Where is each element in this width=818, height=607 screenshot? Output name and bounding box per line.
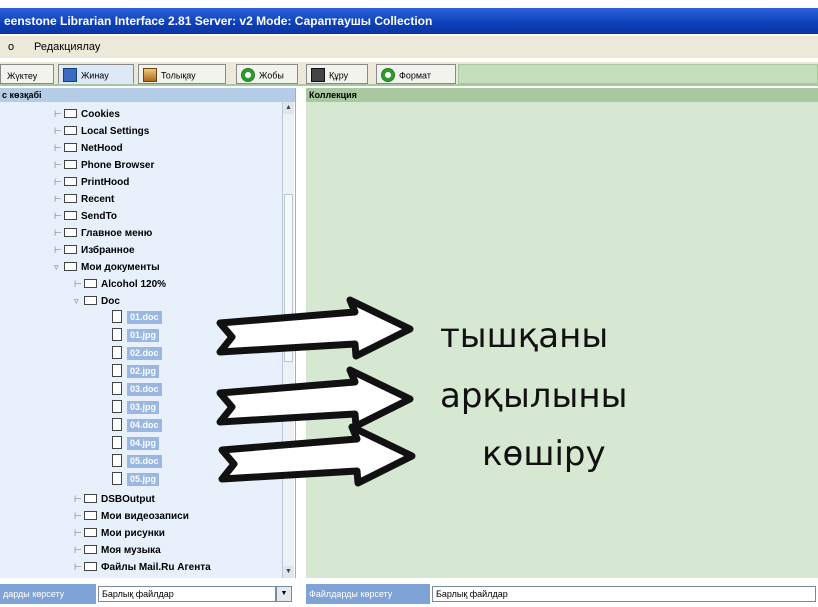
right-filter-label: Файлдарды көрсету [306,584,430,604]
callout-line-3: көшіру [482,434,606,474]
callout-line-1: тышқаны [440,316,609,356]
chevron-down-icon[interactable]: ▼ [276,586,292,602]
arrow-right-icon [216,366,414,430]
arrow-right-icon [216,296,414,360]
arrow-right-icon [218,423,416,487]
left-file-filter-select[interactable]: Барлық файлдар [98,586,276,602]
right-filter-bar: Файлдарды көрсету Барлық файлдар [306,584,818,604]
left-filter-bar: дарды көрсету Барлық файлдар ▼ [0,584,300,604]
callout-line-2: арқылыны [440,376,628,416]
left-filter-label: дарды көрсету [0,584,96,604]
arrow-overlay [216,296,416,487]
right-file-filter-select[interactable]: Барлық файлдар [432,586,816,602]
